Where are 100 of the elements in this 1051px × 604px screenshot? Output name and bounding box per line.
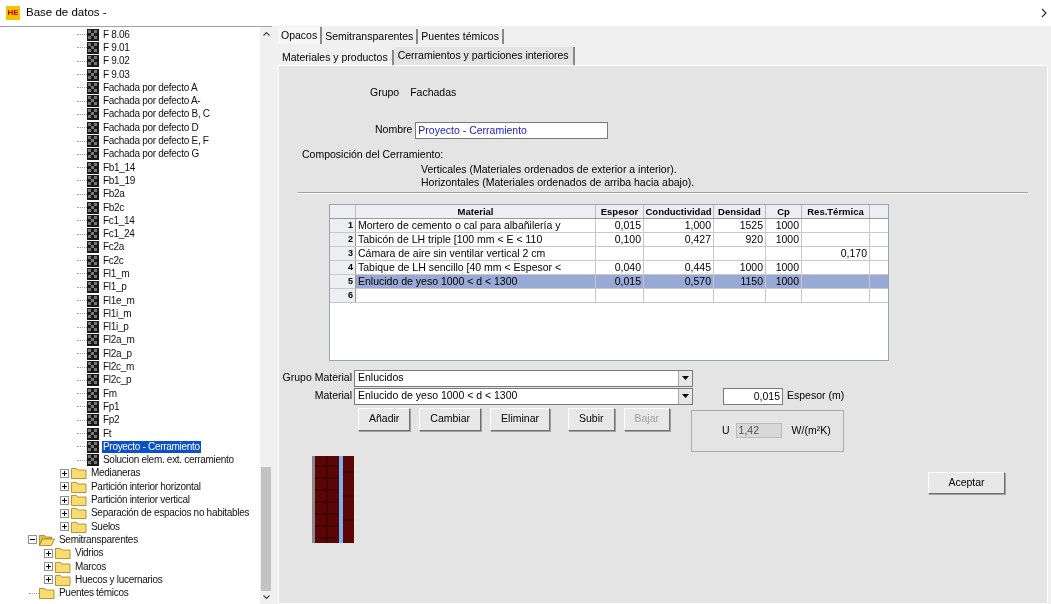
grid-icon — [87, 95, 99, 108]
table-cell: 1,000 — [684, 218, 711, 231]
tree-item[interactable]: Fl1e_m — [102, 294, 136, 307]
tree-item[interactable]: Suelos — [90, 520, 121, 533]
column-header[interactable]: Material — [356, 204, 596, 218]
tree-item[interactable]: F 9.02 — [102, 55, 131, 68]
tree-item[interactable]: Fb2a — [102, 188, 126, 201]
tree-item[interactable]: Fachada por defecto E, F — [102, 135, 210, 147]
column-header[interactable]: Conductividad — [644, 204, 714, 218]
expand-icon[interactable] — [60, 468, 69, 478]
name-field[interactable]: Proyecto - Cerramiento — [415, 121, 609, 139]
tree-item[interactable]: Fachada por defecto B, C — [102, 108, 211, 121]
material-group-dropdown[interactable]: Enlucidos — [354, 369, 693, 387]
grid-icon — [87, 228, 99, 241]
scroll-down-icon[interactable] — [262, 595, 270, 600]
tree-item[interactable]: Fl2a_m — [102, 334, 136, 347]
tree-item[interactable]: Ft — [102, 427, 113, 440]
expand-icon[interactable] — [44, 575, 53, 585]
tab[interactable]: Opacos — [278, 27, 323, 44]
table-cell: 0,427 — [684, 232, 711, 245]
column-header[interactable]: Cp — [766, 204, 802, 218]
accept-button[interactable]: Aceptar — [928, 471, 1005, 494]
tree-item[interactable]: Fachada por defecto A — [102, 81, 199, 94]
tree-item[interactable]: Fl1i_p — [102, 321, 130, 334]
grid-icon — [87, 307, 99, 320]
grid-icon — [87, 241, 99, 254]
material-dropdown[interactable]: Enlucido de yeso 1000 < d < 1300 — [354, 387, 693, 405]
folder-icon — [71, 494, 87, 507]
open-folder-icon — [39, 533, 55, 546]
tree-item[interactable]: Fp1 — [102, 400, 121, 413]
folder-icon — [55, 560, 71, 573]
expand-icon[interactable] — [44, 562, 53, 571]
table-cell: 1150 — [740, 274, 763, 287]
tree-item[interactable]: Solucion elem. ext. cerramiento — [102, 454, 235, 467]
scroll-thumb[interactable] — [261, 467, 271, 591]
tree-item[interactable]: Marcos — [74, 560, 107, 573]
tree-item[interactable]: Fm — [102, 387, 118, 400]
tree-item[interactable]: Fachada por defecto D — [102, 121, 200, 134]
tree-item[interactable]: F 9.03 — [102, 68, 131, 81]
tree-item[interactable]: Fl1_m — [102, 268, 131, 280]
action-button[interactable]: Subir — [568, 407, 615, 431]
action-button[interactable]: Añadir — [358, 407, 411, 431]
expand-icon[interactable] — [60, 495, 69, 505]
grid-icon — [87, 161, 99, 174]
grid-icon — [87, 201, 99, 214]
scroll-up-icon[interactable] — [262, 31, 270, 36]
tree-item[interactable]: Huecos y lucernarios — [74, 573, 164, 586]
tree-item[interactable]: Fl2c_m — [102, 361, 135, 374]
tree-item[interactable]: Medianeras — [90, 467, 142, 480]
tab[interactable]: Semitransparentes — [322, 29, 419, 44]
thickness-field[interactable]: 0,015 — [723, 387, 783, 405]
table-cell: 1000 — [775, 218, 799, 231]
tree-item[interactable]: Proyecto - Cerramiento — [102, 440, 201, 453]
tree-item[interactable]: Fc2a — [102, 241, 126, 254]
collapse-icon[interactable] — [28, 535, 37, 545]
tree-item[interactable]: Fb1_14 — [102, 161, 137, 174]
expand-icon[interactable] — [60, 508, 69, 518]
tree-item[interactable]: Fl2a_p — [102, 347, 133, 360]
tree-item[interactable]: F 8.06 — [102, 28, 131, 41]
expand-icon[interactable] — [60, 482, 69, 492]
table-cell: 0,170 — [840, 246, 867, 259]
folder-icon — [71, 507, 87, 520]
table-cell: Enlucido de yeso 1000 < d < 1300 — [358, 274, 518, 287]
tree-item[interactable]: Fl1i_m — [102, 307, 133, 320]
grid-icon — [87, 254, 99, 267]
tree-item[interactable]: Fc1_14 — [102, 214, 136, 227]
grid-icon — [87, 374, 99, 387]
tree-item[interactable]: Puentes témicos — [58, 587, 130, 600]
tree-item[interactable]: Fachada por defecto A- — [102, 95, 202, 108]
grid-icon — [87, 55, 99, 68]
column-header[interactable]: Res.Térmica — [802, 204, 870, 218]
column-header[interactable]: Espesor — [596, 204, 644, 218]
folder-icon — [71, 480, 87, 493]
grid-icon — [87, 347, 99, 360]
tree-item[interactable]: Partición interior vertical — [90, 494, 191, 507]
scrollbar[interactable] — [260, 27, 272, 604]
tab[interactable]: Cerramientos y particiones interiores — [393, 47, 575, 65]
table-cell: Tabicón de LH triple [100 mm < E < 110 — [358, 232, 543, 245]
tree-item[interactable]: Fb2c — [102, 201, 126, 214]
tree-item[interactable]: Fc2c — [102, 254, 125, 267]
expand-icon[interactable] — [60, 522, 69, 532]
action-button[interactable]: Cambiar — [419, 407, 482, 431]
action-button[interactable]: Eliminar — [490, 407, 550, 431]
tree-item[interactable]: Fl1_p — [102, 281, 128, 294]
folder-icon — [55, 547, 71, 560]
grid-icon — [87, 121, 99, 134]
expand-icon[interactable] — [44, 548, 53, 558]
tree-item[interactable]: Fc1_24 — [102, 228, 136, 241]
tree-item[interactable]: Fb1_19 — [102, 174, 137, 187]
tree-item[interactable]: Separación de espacios no habitables — [90, 507, 251, 520]
column-header[interactable]: Densidad — [714, 204, 766, 218]
chevron-right-icon[interactable] — [1041, 8, 1047, 18]
tree-item[interactable]: F 9.01 — [102, 41, 131, 54]
tree-item[interactable]: Partición interior horizontal — [90, 480, 202, 493]
tree-item[interactable]: Fl2c_p — [102, 374, 133, 387]
tree-item[interactable]: Fp2 — [102, 414, 121, 427]
tree-item[interactable]: Semitransparentes — [58, 533, 139, 546]
grid-icon — [87, 268, 99, 280]
tree-item[interactable]: Vidrios — [74, 547, 105, 560]
tree-item[interactable]: Fachada por defecto G — [102, 148, 200, 161]
